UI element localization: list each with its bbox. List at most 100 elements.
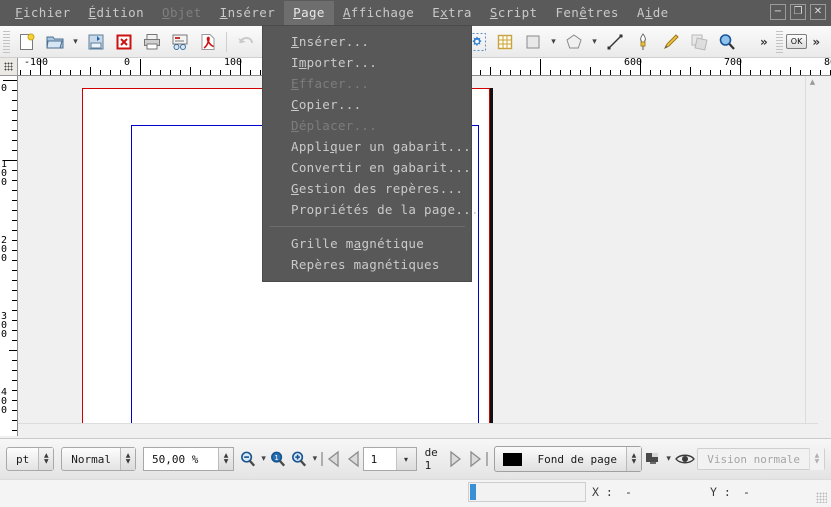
- toolbar-grip-pdf[interactable]: [775, 30, 783, 53]
- export-pdf-icon[interactable]: [195, 29, 221, 55]
- undo-icon[interactable]: [232, 29, 258, 55]
- new-document-icon[interactable]: [14, 29, 40, 55]
- ruler-origin-button[interactable]: [0, 58, 18, 76]
- vision-mode-selector[interactable]: Vision normale ▲ ▼: [697, 448, 825, 470]
- ruler-tick: [810, 70, 811, 75]
- menu-affichage[interactable]: Affichage: [334, 1, 423, 25]
- menuitem-appliquer-gabarit[interactable]: Appliquer un gabarit...: [263, 136, 471, 157]
- active-layer-spinner-icon[interactable]: ▲ ▼: [625, 447, 641, 471]
- vision-mode-spinner-icon[interactable]: ▲ ▼: [808, 448, 824, 470]
- ruler-tick: [12, 170, 17, 171]
- ruler-tick: [220, 70, 221, 75]
- zoom-spinner-icon[interactable]: ▲ ▼: [218, 448, 233, 470]
- save-document-icon[interactable]: [83, 29, 109, 55]
- toolbar-overflow-button[interactable]: »: [755, 35, 773, 49]
- next-page-icon[interactable]: [449, 446, 469, 472]
- menu-fenetres[interactable]: Fenêtres: [546, 1, 627, 25]
- active-layer-selector[interactable]: Fond de page ▲ ▼: [493, 446, 642, 472]
- previous-page-icon[interactable]: [340, 446, 360, 472]
- ruler-tick: [170, 70, 171, 75]
- ruler-tick: [510, 70, 511, 75]
- zoom-out-icon[interactable]: [239, 446, 258, 472]
- zoom-100-icon[interactable]: 1: [269, 446, 288, 472]
- menuitem-copier[interactable]: Copier...: [263, 94, 471, 115]
- ruler-tick: [180, 70, 181, 75]
- menuitem-inserer[interactable]: Insérer...: [263, 31, 471, 52]
- menu-fichier[interactable]: Fichier: [6, 1, 80, 25]
- open-document-caret-icon[interactable]: ▾: [69, 29, 82, 55]
- layer-mode-selector[interactable]: Normal ▲ ▼: [61, 447, 136, 471]
- first-page-icon[interactable]: [320, 446, 340, 472]
- svg-text:1: 1: [275, 453, 279, 461]
- vertical-ruler[interactable]: 0 100 200 300 400: [0, 76, 18, 436]
- zoom-tool-icon[interactable]: [714, 29, 740, 55]
- freehand-line-icon[interactable]: [658, 29, 684, 55]
- unit-selector[interactable]: pt ▲ ▼: [6, 447, 55, 471]
- ruler-tick: [750, 70, 751, 75]
- page-number-input[interactable]: 1 ▾: [362, 447, 417, 471]
- eye-icon[interactable]: [674, 446, 696, 472]
- insert-table-icon[interactable]: [492, 29, 518, 55]
- scroll-up-icon[interactable]: ▲: [806, 76, 818, 89]
- ruler-label: -100: [24, 58, 49, 68]
- print-preview-icon[interactable]: [167, 29, 193, 55]
- minimize-icon[interactable]: −: [770, 4, 786, 20]
- menu-objet[interactable]: Objet: [153, 1, 211, 25]
- ruler-tick: [210, 70, 211, 75]
- ruler-tick: [20, 70, 21, 75]
- rotate-item-icon[interactable]: [686, 29, 712, 55]
- window-controls: − ❐ ✕: [770, 4, 826, 20]
- toolbar-overflow-button-2[interactable]: »: [807, 35, 825, 49]
- ruler-tick: [520, 70, 521, 75]
- ruler-tick: [12, 280, 17, 281]
- open-document-icon[interactable]: [42, 29, 68, 55]
- insert-line-icon[interactable]: [602, 29, 628, 55]
- ruler-tick: [500, 70, 501, 75]
- page-number-caret-icon[interactable]: ▾: [395, 448, 416, 470]
- menu-inserer[interactable]: Insérer: [211, 1, 285, 25]
- menu-page[interactable]: Page: [284, 1, 334, 25]
- insert-shape-caret-icon[interactable]: ▾: [547, 29, 560, 55]
- insert-polygon-caret-icon[interactable]: ▾: [588, 29, 601, 55]
- zoom-input[interactable]: 50,00 % ▲ ▼: [143, 447, 234, 471]
- ruler-tick: [160, 70, 161, 75]
- menuitem-effacer[interactable]: Effacer...: [263, 73, 471, 94]
- insert-bezier-icon[interactable]: [630, 29, 656, 55]
- close-document-icon[interactable]: [111, 29, 137, 55]
- zoom-in-icon[interactable]: [290, 446, 309, 472]
- menuitem-proprietes-page[interactable]: Propriétés de la page...: [263, 199, 479, 220]
- preview-mode-caret-icon[interactable]: ▾: [664, 446, 673, 472]
- vertical-scrollbar[interactable]: ▲ ▼: [805, 76, 818, 436]
- ruler-tick: [630, 70, 631, 75]
- ruler-label: 400: [1, 387, 8, 416]
- restore-icon[interactable]: ❐: [790, 4, 806, 20]
- ruler-tick: [9, 350, 17, 351]
- print-icon[interactable]: [139, 29, 165, 55]
- menu-aide[interactable]: Aide: [628, 1, 678, 25]
- menuitem-reperes-magnetiques[interactable]: Repères magnétiques: [263, 254, 471, 275]
- toolbar-grip-file[interactable]: [3, 30, 10, 53]
- menuitem-convertir-gabarit[interactable]: Convertir en gabarit...: [263, 157, 471, 178]
- unit-spinner-icon[interactable]: ▲ ▼: [38, 448, 54, 470]
- close-icon[interactable]: ✕: [810, 4, 826, 20]
- menuitem-gestion-reperes[interactable]: Gestion des repères...: [263, 178, 471, 199]
- zoom-in-caret-icon[interactable]: ▾: [310, 446, 319, 472]
- pdf-ok-button[interactable]: OK: [785, 34, 808, 49]
- menu-script[interactable]: Script: [481, 1, 547, 25]
- insert-shape-icon[interactable]: [520, 29, 546, 55]
- menu-extra[interactable]: Extra: [423, 1, 481, 25]
- menuitem-grille-magnetique[interactable]: Grille magnétique: [263, 233, 471, 254]
- menuitem-importer[interactable]: Importer...: [263, 52, 471, 73]
- ruler-tick: [12, 340, 17, 341]
- ruler-tick: [620, 70, 621, 75]
- window-resize-grip[interactable]: [816, 492, 827, 503]
- menu-edition[interactable]: Édition: [80, 1, 154, 25]
- last-page-icon[interactable]: [469, 446, 489, 472]
- menuitem-deplacer[interactable]: Déplacer...: [263, 115, 471, 136]
- page-number-value: 1: [370, 452, 378, 466]
- preview-mode-icon[interactable]: [643, 446, 663, 472]
- layer-mode-spinner-icon[interactable]: ▲ ▼: [120, 448, 135, 470]
- insert-polygon-icon[interactable]: [561, 29, 587, 55]
- zoom-out-caret-icon[interactable]: ▾: [259, 446, 268, 472]
- horizontal-scrollbar[interactable]: [18, 423, 818, 436]
